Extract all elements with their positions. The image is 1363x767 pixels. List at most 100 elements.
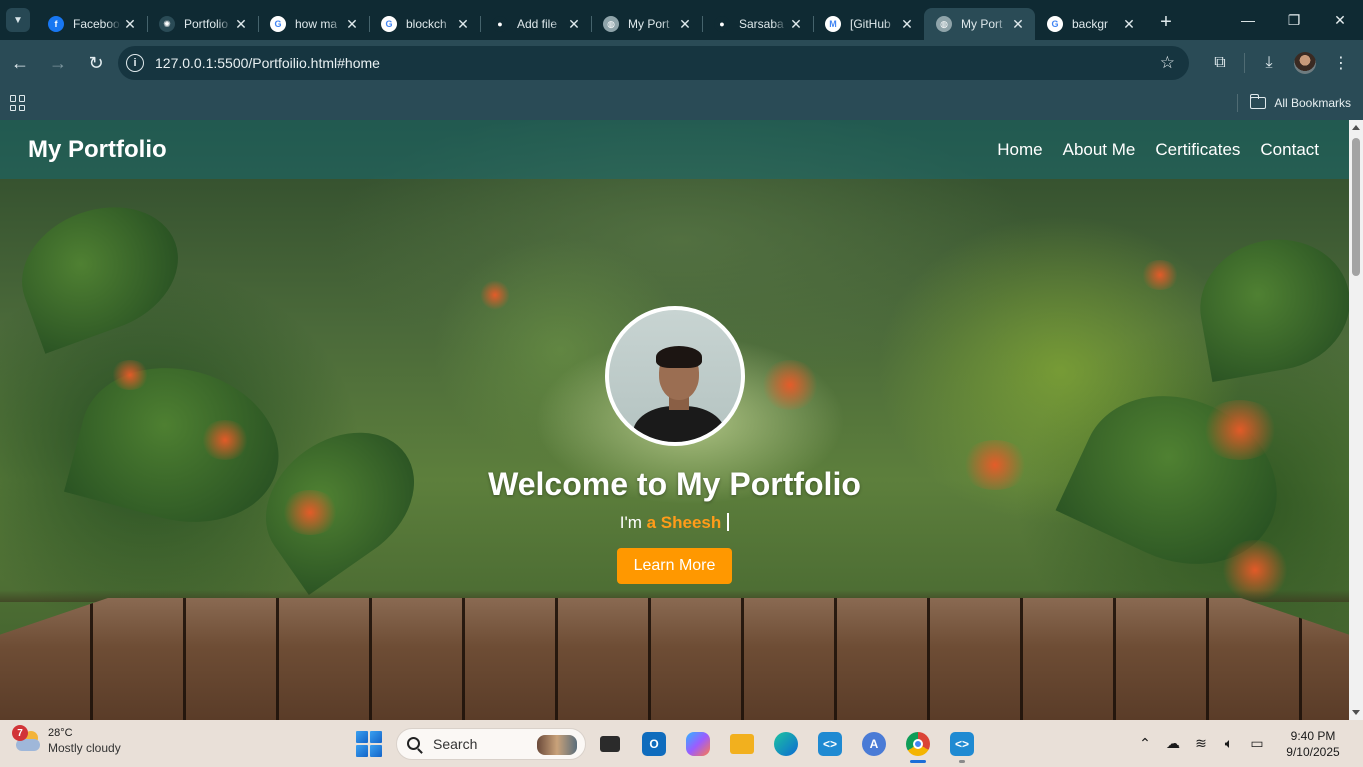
close-window-button[interactable]: ✕ xyxy=(1317,0,1363,40)
onedrive-button[interactable]: ☁ xyxy=(1159,729,1187,759)
profile-photo xyxy=(604,306,745,446)
file-explorer-app[interactable] xyxy=(722,724,762,764)
restore-icon: ❐ xyxy=(1287,11,1301,28)
arrow-right-icon: → xyxy=(49,52,67,73)
task-view-button[interactable] xyxy=(590,724,630,764)
window-controls: — ❐ ✕ xyxy=(1225,0,1363,40)
android-studio-app[interactable]: A xyxy=(854,724,894,764)
tab-title: backgr xyxy=(1072,17,1109,31)
vscode-app[interactable]: <> xyxy=(810,724,850,764)
close-icon: ✕ xyxy=(1334,11,1346,28)
wifi-button[interactable]: ≋ xyxy=(1187,729,1215,759)
site-info-icon[interactable]: i xyxy=(126,54,144,72)
browser-tab[interactable]: ● Sarsaba ✕ xyxy=(702,8,813,40)
taskbar-clock[interactable]: 9:40 PM 9/10/2025 xyxy=(1271,728,1355,760)
tab-title: My Port xyxy=(961,17,1003,31)
tab-close-icon[interactable]: ✕ xyxy=(454,16,472,33)
page-scrollbar[interactable] xyxy=(1349,120,1363,720)
battery-button[interactable]: ▭ xyxy=(1243,729,1271,759)
address-url[interactable]: 127.0.0.1:5500/Portfoilio.html#home xyxy=(155,55,380,71)
taskbar-search[interactable]: Search xyxy=(396,727,586,760)
volume-button[interactable]: 🔈︎ xyxy=(1215,729,1243,759)
extensions-button[interactable]: ⧉ xyxy=(1202,45,1238,81)
copilot-app[interactable] xyxy=(678,724,718,764)
browser-tab[interactable]: ◍ My Port ✕ xyxy=(591,8,702,40)
nav-link-home[interactable]: Home xyxy=(997,140,1042,160)
hero-prefix: I'm xyxy=(619,513,642,532)
plus-icon: + xyxy=(1160,10,1172,33)
back-button[interactable]: ← xyxy=(2,45,38,81)
tab-close-icon[interactable]: ✕ xyxy=(676,16,694,33)
tab-close-icon[interactable]: ✕ xyxy=(1009,16,1027,33)
scroll-thumb[interactable] xyxy=(1352,138,1360,276)
tab-title: My Port xyxy=(628,17,670,31)
weather-desc: Mostly cloudy xyxy=(48,741,121,755)
restore-button[interactable]: ❐ xyxy=(1271,0,1317,40)
github-icon: ● xyxy=(492,16,508,32)
bookmark-star-icon[interactable]: ☆ xyxy=(1160,53,1175,73)
learn-more-button[interactable]: Learn More xyxy=(616,548,733,584)
minimize-button[interactable]: — xyxy=(1225,0,1271,40)
tab-search-button[interactable]: ▼ xyxy=(6,8,30,32)
outlook-app[interactable]: O xyxy=(634,724,674,764)
menu-button[interactable]: ⋮ xyxy=(1323,45,1359,81)
tab-close-icon[interactable]: ✕ xyxy=(232,16,250,33)
browser-tab[interactable]: Ghow ma ✕ xyxy=(258,8,369,40)
tab-close-icon[interactable]: ✕ xyxy=(343,16,361,33)
puzzle-icon: ⧉ xyxy=(1214,54,1226,71)
tab-close-icon[interactable]: ✕ xyxy=(787,16,805,33)
browser-tab[interactable]: Gblockch ✕ xyxy=(369,8,480,40)
browser-tab[interactable]: Gbackgr ✕ xyxy=(1035,8,1146,40)
tab-strip: ▼ f Facebook ✕ ✺ Portfolio ✕ Ghow ma ✕ Gblockch ✕… xyxy=(0,0,1363,40)
folder-icon xyxy=(1249,94,1267,109)
show-hidden-icons-button[interactable]: ⌃ xyxy=(1131,729,1159,759)
browser-tab[interactable]: f Facebook ✕ xyxy=(36,8,147,40)
clock-time: 9:40 PM xyxy=(1290,728,1336,743)
tab-title: Sarsaba xyxy=(739,17,784,31)
openai-icon: ✺ xyxy=(159,16,175,32)
bookmarks-divider xyxy=(1237,94,1239,112)
browser-tab[interactable]: ● Add file ✕ xyxy=(480,8,591,40)
toolbar-actions: ⧉ ⤓ ⋮ xyxy=(1202,40,1363,86)
hero-subtitle: I'm a Sheesh xyxy=(0,513,1349,533)
forward-button[interactable]: → xyxy=(40,45,76,81)
profile-button[interactable] xyxy=(1287,45,1323,81)
background-flower xyxy=(1140,260,1180,290)
minimize-icon: — xyxy=(1241,12,1255,28)
all-bookmarks-label: All Bookmarks xyxy=(1274,96,1351,110)
nav-link-contact[interactable]: Contact xyxy=(1260,140,1319,160)
site-logo[interactable]: My Portfolio xyxy=(28,136,167,164)
chevron-up-icon: ⌃ xyxy=(1139,735,1151,751)
tab-title: Facebook xyxy=(73,17,121,31)
google-icon: G xyxy=(1047,16,1063,32)
browser-tab[interactable]: ✺ Portfolio ✕ xyxy=(147,8,258,40)
weather-widget[interactable]: 7 28°C Mostly cloudy xyxy=(12,725,121,756)
tab-close-icon[interactable]: ✕ xyxy=(565,16,583,33)
address-bar[interactable]: i 127.0.0.1:5500/Portfoilio.html#home ☆ xyxy=(118,46,1189,80)
reload-icon: ↻ xyxy=(88,52,104,73)
reload-button[interactable]: ↻ xyxy=(78,45,114,81)
downloads-button[interactable]: ⤓ xyxy=(1251,45,1287,81)
scroll-down-icon[interactable] xyxy=(1352,710,1360,715)
nav-link-about-me[interactable]: About Me xyxy=(1063,140,1136,160)
windows-start-icon[interactable] xyxy=(356,730,382,757)
edge-app[interactable] xyxy=(766,724,806,764)
chrome-app[interactable] xyxy=(898,724,938,764)
outlook-icon: O xyxy=(642,731,666,756)
apps-grid-icon[interactable] xyxy=(10,95,26,111)
hero-typed-name: a Sheesh xyxy=(646,513,722,532)
browser-tab[interactable]: ◍ My Port ✕ xyxy=(924,8,1035,40)
globe-icon: ◍ xyxy=(936,16,952,32)
browser-tab[interactable]: M [GitHub ✕ xyxy=(813,8,924,40)
new-tab-button[interactable]: + xyxy=(1152,8,1180,36)
tab-close-icon[interactable]: ✕ xyxy=(121,16,139,33)
all-bookmarks[interactable]: All Bookmarks xyxy=(1237,86,1351,120)
scroll-up-icon[interactable] xyxy=(1352,125,1360,130)
vscode-app-2[interactable]: <> xyxy=(942,724,982,764)
hero-section: Welcome to My Portfolio I'm a Sheesh Lea… xyxy=(0,306,1349,584)
page-viewport: My Portfolio Home About Me Certificates Con… xyxy=(0,120,1349,720)
nav-link-certificates[interactable]: Certificates xyxy=(1155,140,1240,160)
tab-close-icon[interactable]: ✕ xyxy=(898,16,916,33)
tab-close-icon[interactable]: ✕ xyxy=(1120,16,1138,33)
facebook-icon: f xyxy=(48,16,64,32)
